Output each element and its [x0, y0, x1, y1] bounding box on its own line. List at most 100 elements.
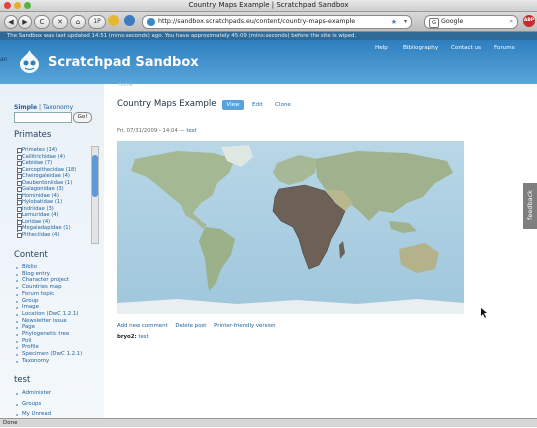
url-dropdown-icon[interactable]: ▾: [404, 16, 407, 28]
tab-edit[interactable]: Edit: [252, 100, 263, 110]
submitted-info: Fri, 07/31/2009 - 14:04 — test: [117, 128, 197, 134]
bullet-icon: [16, 334, 18, 336]
onepassword-button[interactable]: 1P: [88, 15, 106, 29]
tree-item[interactable]: Callitrichidae (4): [22, 154, 65, 160]
search-magnifier-icon[interactable]: ⌕: [509, 16, 513, 28]
tree-expand-icon[interactable]: [17, 148, 22, 153]
bullet-icon: [16, 267, 18, 269]
tree-item[interactable]: Cebidae (7): [22, 160, 52, 166]
page-title: Country Maps Example: [117, 99, 217, 109]
home-button[interactable]: ⌂: [70, 15, 86, 29]
printer-friendly-link[interactable]: Printer-friendly version: [214, 323, 275, 329]
nav-contact-us[interactable]: Contact us: [451, 45, 481, 51]
tree-item[interactable]: Cheirogaleidae (4): [22, 173, 70, 179]
site-name[interactable]: Scratchpad Sandbox: [48, 55, 199, 70]
go-button[interactable]: Go!: [73, 112, 92, 123]
content-link[interactable]: Location (DwC 1.2.1): [22, 311, 78, 317]
bullet-icon: [16, 327, 18, 330]
bullet-icon: [16, 287, 18, 290]
cut-off-text: an: [0, 56, 8, 63]
sidebar-search-input[interactable]: [14, 112, 72, 123]
tree-expand-icon[interactable]: [17, 174, 22, 179]
content-link[interactable]: Character project: [22, 277, 69, 283]
tree-expand-icon[interactable]: [17, 232, 22, 238]
search-taxonomy-link[interactable]: Taxonomy: [43, 104, 73, 111]
breadcrumb[interactable]: Home: [118, 82, 133, 88]
tree-item[interactable]: Loridae (4): [22, 219, 50, 225]
tree-item[interactable]: Cercopithecidae (18): [22, 167, 76, 173]
tree-item[interactable]: Daubentoniidae (1): [22, 180, 72, 186]
bullet-icon: [16, 313, 18, 316]
tree-item[interactable]: Hylobatidae (1): [22, 199, 62, 205]
site-header: an Scratchpad Sandbox Help Bibliography …: [0, 40, 537, 84]
tab-clone[interactable]: Clone: [275, 100, 291, 110]
feedback-tab[interactable]: feedback: [523, 183, 537, 229]
tree-expand-icon[interactable]: [17, 167, 22, 173]
tree-item[interactable]: Indriidae (3): [22, 206, 54, 212]
content-link[interactable]: Poll: [22, 338, 31, 344]
url-bar[interactable]: http://sandbox.scratchpads.eu/content/co…: [142, 15, 412, 29]
tree-expand-icon[interactable]: [17, 226, 22, 231]
content-link[interactable]: Profile: [22, 344, 39, 350]
nav-help[interactable]: Help: [375, 45, 388, 51]
bookmark-star-icon[interactable]: ★: [391, 16, 397, 28]
back-button[interactable]: ◀: [4, 15, 18, 29]
tree-expand-icon[interactable]: [17, 200, 22, 205]
tree-expand-icon[interactable]: [17, 219, 22, 225]
test-menu-link[interactable]: Administer: [22, 390, 51, 396]
submitted-date: Fri, 07/31/2009 - 14:04 —: [117, 128, 187, 134]
world-map[interactable]: [117, 141, 464, 314]
smiley-icon[interactable]: [108, 15, 119, 26]
tree-expand-icon[interactable]: [17, 206, 22, 212]
tree-item[interactable]: Lemuridae (4): [22, 212, 59, 218]
reload-button[interactable]: C: [34, 15, 50, 29]
stop-button[interactable]: ✕: [52, 15, 68, 29]
search-bar[interactable]: G Google ⌕: [424, 15, 518, 29]
tree-expand-icon[interactable]: [17, 187, 22, 192]
test-menu-link[interactable]: Groups: [22, 401, 41, 407]
bullet-icon: [16, 403, 18, 406]
google-icon: G: [429, 18, 439, 28]
nav-bibliography[interactable]: Bibliography: [403, 45, 438, 51]
content-link[interactable]: Phylogenetic tree: [22, 331, 69, 337]
skype-icon[interactable]: [124, 15, 135, 26]
test-menu-link[interactable]: My Unread: [22, 411, 51, 417]
search-separator: |: [38, 104, 42, 111]
content-link[interactable]: Newsletter issue: [22, 318, 67, 324]
nav-forums[interactable]: Forums: [494, 45, 515, 51]
tree-item[interactable]: Galagonidae (3): [22, 186, 64, 192]
tree-expand-icon[interactable]: [17, 213, 22, 218]
tree-expand-icon[interactable]: [17, 161, 22, 166]
search-simple-link[interactable]: Simple: [14, 104, 37, 111]
submitted-user-link[interactable]: test: [186, 128, 196, 134]
content-link[interactable]: Countries map: [22, 284, 62, 290]
tree-item[interactable]: Primates (14): [22, 147, 57, 153]
drupal-logo-icon[interactable]: [19, 50, 40, 73]
content-link[interactable]: Page: [22, 324, 35, 330]
feedback-label: feedback: [526, 190, 534, 220]
add-comment-link[interactable]: Add new comment: [117, 323, 168, 329]
content-link[interactable]: Specimen (DwC 1.2.1): [22, 351, 82, 357]
tab-view[interactable]: View: [222, 100, 244, 110]
tag-label: bryo2:: [117, 334, 137, 340]
tree-scrollbar[interactable]: [91, 146, 99, 244]
browser-status-bar: Done: [0, 418, 537, 427]
content-link[interactable]: Image: [22, 304, 39, 310]
tree-expand-icon[interactable]: [17, 154, 22, 160]
tree-item[interactable]: Pitheciidae (4): [22, 232, 59, 238]
content-link[interactable]: Biblio: [22, 264, 37, 270]
tree-item[interactable]: Hominidae (4): [22, 193, 59, 199]
adblock-icon[interactable]: ABP: [523, 15, 535, 27]
content-link[interactable]: Forum topic: [22, 291, 54, 297]
browser-toolbar: ◀ ▶ C ✕ ⌂ 1P http://sandbox.scratchpads.…: [0, 12, 537, 32]
content-link[interactable]: Blog entry: [22, 271, 50, 277]
delete-post-link[interactable]: Delete post: [175, 323, 206, 329]
tree-expand-icon[interactable]: [17, 180, 22, 186]
tree-item[interactable]: Megaladapidae (1): [22, 225, 71, 231]
content-link[interactable]: Group: [22, 298, 38, 304]
tree-expand-icon[interactable]: [17, 193, 22, 199]
tree-scroll-thumb[interactable]: [92, 155, 98, 197]
content-link[interactable]: Taxonomy: [22, 358, 49, 364]
forward-button[interactable]: ▶: [18, 15, 32, 29]
tag-value-link[interactable]: test: [138, 334, 148, 340]
